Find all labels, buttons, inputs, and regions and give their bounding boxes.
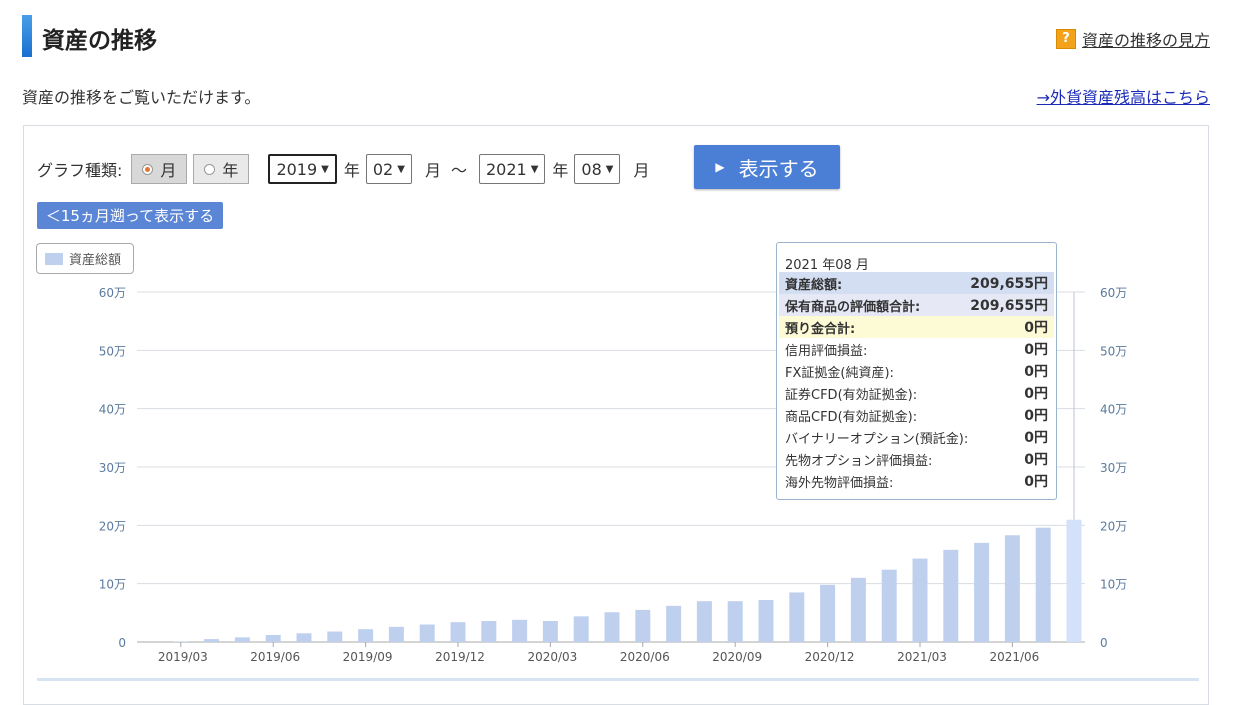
x-tick-label: 2019/12 xyxy=(435,650,485,664)
tooltip-row: 証券CFD(有効証拠金): 0円 xyxy=(779,382,1054,404)
tooltip-row-value: 0円 xyxy=(1024,342,1048,358)
bar xyxy=(481,621,497,642)
bar xyxy=(881,569,897,642)
y-tick-label-right: 10万 xyxy=(1100,578,1127,592)
tooltip-row: バイナリーオプション(預託金): 0円 xyxy=(779,426,1054,448)
y-tick-label-left: 20万 xyxy=(99,519,126,533)
bar xyxy=(635,609,651,642)
chart-tooltip: 2021 年08 月 資産総額: 209,655円 保有商品の評価額合計: 209,6… xyxy=(776,242,1057,500)
bar xyxy=(974,542,990,642)
tooltip-row-value: 0円 xyxy=(1024,320,1048,336)
x-tick-label: 2020/06 xyxy=(620,650,670,664)
tooltip-row: 資産総額: 209,655円 xyxy=(779,272,1054,294)
y-tick-label-left: 50万 xyxy=(99,344,126,358)
y-tick-label-left: 0 xyxy=(118,636,126,650)
bar xyxy=(173,641,189,642)
tooltip-row-label: 保有商品の評価額合計: xyxy=(785,299,921,315)
x-tick-label: 2019/06 xyxy=(250,650,300,664)
bar xyxy=(296,633,312,642)
bar xyxy=(265,635,281,642)
y-tick-label-left: 60万 xyxy=(99,286,126,300)
tooltip-row-label: FX証拠金(純資産): xyxy=(785,365,894,381)
bar xyxy=(204,639,220,642)
tooltip-row-value: 0円 xyxy=(1024,474,1048,490)
bar xyxy=(358,629,374,642)
bar xyxy=(666,605,682,642)
y-tick-label-left: 30万 xyxy=(99,461,126,475)
bar xyxy=(820,584,836,642)
tooltip-row: 預り金合計: 0円 xyxy=(779,316,1054,338)
tooltip-row-value: 209,655円 xyxy=(970,298,1048,314)
tooltip-row-value: 209,655円 xyxy=(970,276,1048,292)
x-tick-label: 2020/09 xyxy=(712,650,762,664)
bar xyxy=(604,612,620,642)
x-tick-label: 2021/03 xyxy=(897,650,947,664)
y-tick-label-right: 0 xyxy=(1100,636,1108,650)
tooltip-row-label: 資産総額: xyxy=(785,277,843,293)
tooltip-row-label: バイナリーオプション(預託金): xyxy=(785,431,969,447)
bar xyxy=(327,631,343,642)
bar xyxy=(943,549,959,642)
tooltip-row-label: 先物オプション評価損益: xyxy=(785,453,933,469)
bar xyxy=(696,601,712,642)
bar xyxy=(512,619,528,642)
bar xyxy=(727,601,743,642)
bar xyxy=(573,616,589,642)
bar xyxy=(450,622,466,642)
y-tick-label-right: 20万 xyxy=(1100,519,1127,533)
tooltip-row: 先物オプション評価損益: 0円 xyxy=(779,448,1054,470)
tooltip-row-value: 0円 xyxy=(1024,386,1048,402)
y-tick-label-left: 10万 xyxy=(99,578,126,592)
tooltip-row-value: 0円 xyxy=(1024,430,1048,446)
tooltip-row: 信用評価損益: 0円 xyxy=(779,338,1054,360)
tooltip-row: 海外先物評価損益: 0円 xyxy=(779,470,1054,492)
tooltip-row-value: 0円 xyxy=(1024,408,1048,424)
chart-scroll-bar xyxy=(37,678,1199,681)
bar xyxy=(234,637,250,642)
y-tick-label-right: 40万 xyxy=(1100,403,1127,417)
x-tick-label: 2019/09 xyxy=(343,650,393,664)
bar xyxy=(850,577,866,642)
tooltip-row-value: 0円 xyxy=(1024,452,1048,468)
y-tick-label-right: 60万 xyxy=(1100,286,1127,300)
bar xyxy=(1035,527,1051,642)
tooltip-date: 2021 年08 月 xyxy=(785,258,869,273)
bar xyxy=(419,624,435,642)
tooltip-row: 保有商品の評価額合計: 209,655円 xyxy=(779,294,1054,316)
y-tick-label-right: 30万 xyxy=(1100,461,1127,475)
bar xyxy=(1066,519,1082,642)
tooltip-row-label: 海外先物評価損益: xyxy=(785,475,894,491)
tooltip-row-label: 預り金合計: xyxy=(785,321,856,337)
tooltip-row-label: 信用評価損益: xyxy=(785,343,868,359)
tooltip-row-value: 0円 xyxy=(1024,364,1048,380)
bar xyxy=(912,558,928,642)
y-tick-label-right: 50万 xyxy=(1100,344,1127,358)
x-tick-label: 2019/03 xyxy=(158,650,208,664)
tooltip-row-label: 商品CFD(有効証拠金): xyxy=(785,409,918,425)
bar xyxy=(789,592,805,642)
bar xyxy=(1004,535,1020,642)
bar xyxy=(758,600,774,642)
x-tick-label: 2020/03 xyxy=(527,650,577,664)
tooltip-row: 商品CFD(有効証拠金): 0円 xyxy=(779,404,1054,426)
tooltip-row-label: 証券CFD(有効証拠金): xyxy=(785,387,918,403)
x-tick-label: 2020/12 xyxy=(805,650,855,664)
x-tick-label: 2021/06 xyxy=(989,650,1039,664)
tooltip-row: FX証拠金(純資産): 0円 xyxy=(779,360,1054,382)
bar xyxy=(388,626,404,642)
bar xyxy=(542,621,558,642)
y-tick-label-left: 40万 xyxy=(99,403,126,417)
